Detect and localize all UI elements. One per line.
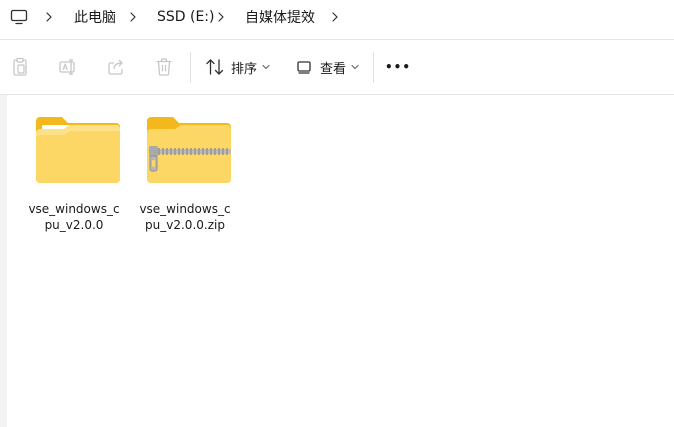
file-explorer-window: 此电脑 SSD (E:) 自媒体提效 排序 查看 ••• vse_windows…: [0, 0, 674, 427]
breadcrumb-item-current-folder[interactable]: 自媒体提效: [245, 0, 315, 34]
file-view[interactable]: vse_windows_c pu_v2.0.0 vse_windows_c pu…: [0, 95, 674, 427]
paste-button[interactable]: [8, 54, 32, 80]
sort-label: 排序: [231, 61, 258, 77]
file-name-line: pu_v2.0.0.zip: [145, 218, 225, 232]
breadcrumb-chevron-icon[interactable]: [43, 11, 55, 23]
folder-icon: [36, 117, 120, 183]
delete-button[interactable]: [152, 54, 176, 80]
toolbar-separator: [373, 52, 374, 83]
breadcrumb-item-drive[interactable]: SSD (E:): [157, 0, 215, 34]
trash-icon: [156, 58, 172, 76]
view-icon: [297, 61, 311, 74]
share-button[interactable]: [104, 54, 128, 80]
file-name: vse_windows_c pu_v2.0.0.zip: [133, 201, 237, 233]
file-name-line: pu_v2.0.0: [44, 218, 104, 232]
paste-icon: [13, 57, 27, 76]
rename-icon: [59, 59, 75, 75]
zip-folder-icon: [147, 117, 231, 183]
breadcrumb-chevron-icon[interactable]: [127, 11, 139, 23]
sort-button[interactable]: 排序: [205, 54, 271, 80]
view-label: 查看: [320, 61, 347, 77]
address-bar[interactable]: 此电脑 SSD (E:) 自媒体提效: [0, 0, 674, 38]
breadcrumb-chevron-icon[interactable]: [329, 11, 341, 23]
this-pc-icon[interactable]: [10, 0, 28, 34]
command-bar: 排序 查看 •••: [0, 40, 674, 94]
sort-icon: [206, 59, 224, 75]
navigation-pane-edge: [0, 95, 7, 427]
chevron-down-icon: [262, 64, 270, 70]
file-name: vse_windows_c pu_v2.0.0: [22, 201, 126, 233]
toolbar-separator: [190, 52, 191, 83]
chevron-down-icon: [351, 64, 359, 70]
file-item-folder[interactable]: vse_windows_c pu_v2.0.0: [22, 111, 126, 241]
view-button[interactable]: 查看: [296, 54, 362, 80]
more-options-button[interactable]: •••: [384, 54, 412, 80]
file-name-line: vse_windows_c: [28, 202, 120, 216]
file-item-zip[interactable]: vse_windows_c pu_v2.0.0.zip: [133, 111, 237, 241]
breadcrumb-chevron-icon[interactable]: [215, 11, 227, 23]
share-icon: [108, 59, 123, 75]
breadcrumb-item-this-pc[interactable]: 此电脑: [74, 0, 116, 34]
rename-button[interactable]: [56, 54, 80, 80]
file-name-line: vse_windows_c: [139, 202, 231, 216]
